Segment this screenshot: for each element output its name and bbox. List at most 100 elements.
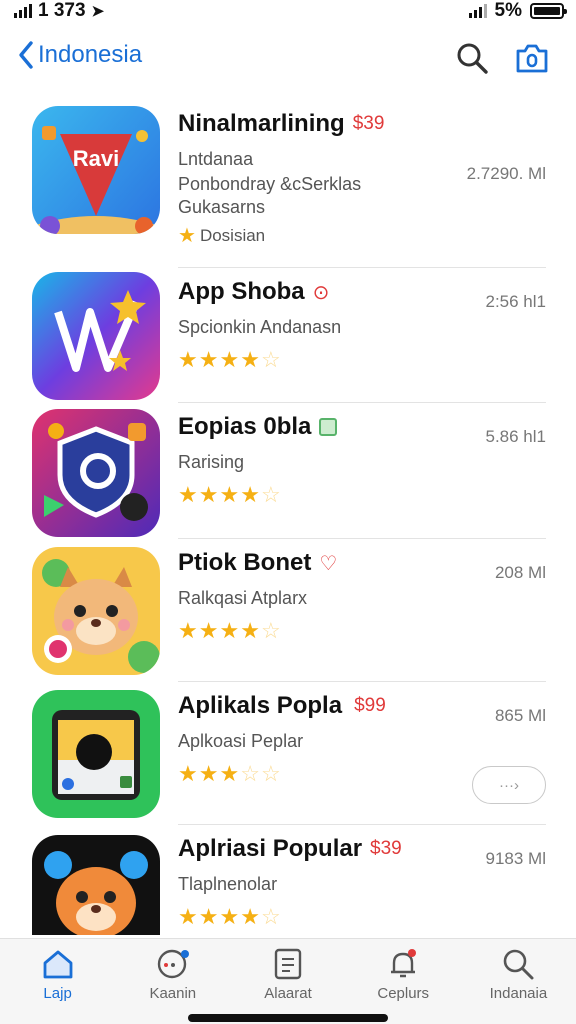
app-info: Aplikals Popla $99 Aplkoasi Peplar ★ ★ ★ ☆ ☆ xyxy=(178,692,448,785)
app-icon-eopias[interactable] xyxy=(32,409,160,537)
app-icon-ravi[interactable]: Ravi xyxy=(32,106,160,234)
back-label: Indonesia xyxy=(38,41,143,68)
camera-button[interactable] xyxy=(514,40,550,76)
app-name: Ptiok Bonet xyxy=(178,549,312,576)
app-name: Ninalmarlining xyxy=(178,110,345,137)
app-row[interactable]: Ravi Ninalmarlining $39 Lntdanaa Ponbond… xyxy=(0,100,576,268)
app-row[interactable]: App Shoba ⊙ Spcionkin Andanasn ★ ★ ★ ★ ☆ 2:5… xyxy=(0,268,576,403)
star-icon: ★ xyxy=(219,904,240,929)
rating-stars: ★ ★ ★ ★ ☆ xyxy=(178,484,448,506)
app-title-line: Eopias 0bla xyxy=(178,413,448,441)
app-row[interactable]: Aplriasi Popular $39 Tlaplnenolar ★ ★ ★ ★ ☆ … xyxy=(0,825,576,935)
award-label: Dosisian xyxy=(199,225,266,245)
app-price: $39 xyxy=(352,113,385,134)
star-icon: ★ xyxy=(240,347,260,372)
star-icon: ★ xyxy=(178,347,198,372)
star-icon: ★ xyxy=(219,347,240,372)
app-title-line: Aplriasi Popular $39 xyxy=(178,835,448,863)
chat-icon xyxy=(157,949,189,979)
get-button[interactable]: ···› xyxy=(472,766,546,804)
app-description: Ponbondray &cSerklas Gukasarns xyxy=(178,174,362,217)
star-icon: ★ xyxy=(178,761,198,786)
rating-stars: ★ ★ ★ ☆ ☆ xyxy=(178,763,448,785)
star-icon: ★ xyxy=(240,482,260,507)
tab-label: Lajp xyxy=(43,985,72,1002)
star-icon: ★ xyxy=(198,347,219,372)
star-icon: ☆ xyxy=(260,482,281,507)
app-size: 9183 Ml xyxy=(485,849,546,868)
app-icon-aplriasi[interactable] xyxy=(32,835,160,935)
app-info: Ptiok Bonet ♡ Ralkqasi Atplarx ★ ★ ★ ★ ☆ xyxy=(178,549,448,642)
tab-label: Alaarat xyxy=(264,985,312,1002)
tab-notifications[interactable]: Ceplurs xyxy=(346,939,461,1024)
camera-icon xyxy=(516,44,548,73)
app-name: Aplriasi Popular xyxy=(178,835,363,862)
star-icon: ★ xyxy=(178,482,198,507)
star-icon: ★ xyxy=(198,904,219,929)
navigation-bar: Indonesia xyxy=(0,36,576,86)
status-left: 1 373 ➤ xyxy=(14,0,104,22)
star-icon: ☆ xyxy=(240,761,260,786)
star-icon: ★ xyxy=(198,761,219,786)
tab-chat[interactable]: Kaanin xyxy=(115,939,230,1024)
bell-icon xyxy=(391,949,417,978)
tab-label: Kaanin xyxy=(149,985,197,1002)
tab-search[interactable]: Indanaia xyxy=(461,939,576,1024)
star-icon: ☆ xyxy=(260,618,281,643)
app-subtitle: Aplkoasi Peplar xyxy=(178,731,304,751)
app-icon-ptiok[interactable] xyxy=(32,547,160,675)
app-name: Aplikals Popla xyxy=(178,692,343,719)
svg-text:Ravi: Ravi xyxy=(73,146,119,171)
app-title-line: Aplikals Popla $99 xyxy=(178,692,448,720)
app-size: 865 Ml xyxy=(494,706,546,725)
app-title-line: Ninalmarlining $39 xyxy=(178,110,448,138)
star-icon: ★ xyxy=(219,761,240,786)
star-icon: ★ xyxy=(178,618,198,643)
app-name: App Shoba xyxy=(178,278,305,305)
tab-bar: Lajp Kaanin Alaarat Ceplurs Indanaia xyxy=(0,938,576,1024)
rating-stars: ★ ★ ★ ★ ☆ xyxy=(178,349,448,371)
chevron-left-icon xyxy=(19,41,33,69)
home-indicator[interactable] xyxy=(188,1014,388,1022)
nav-actions xyxy=(454,40,550,76)
app-size: 5.86 hl1 xyxy=(485,427,547,446)
status-time: 1 373 xyxy=(38,0,86,21)
app-price: $39 xyxy=(370,838,402,859)
star-icon: ★ xyxy=(198,482,219,507)
tab-home[interactable]: Lajp xyxy=(0,939,115,1024)
status-right: 5% xyxy=(468,0,567,22)
search-button[interactable] xyxy=(454,40,490,76)
star-icon: ☆ xyxy=(260,347,281,372)
search-icon xyxy=(504,949,534,980)
app-row[interactable]: Aplikals Popla $99 Aplkoasi Peplar ★ ★ ★ ☆ ☆… xyxy=(0,682,576,825)
app-size: 208 Ml xyxy=(494,563,546,582)
search-icon xyxy=(457,43,488,74)
app-row[interactable]: Eopias 0bla Rarising ★ ★ ★ ★ ☆ 5.86 hl1 xyxy=(0,403,576,539)
app-info: Ninalmarlining $39 Lntdanaa Ponbondray &… xyxy=(178,110,448,248)
app-list: Ravi Ninalmarlining $39 Lntdanaa Ponbond… xyxy=(0,100,576,935)
app-subtitle: Lntdanaa xyxy=(178,149,254,169)
location-arrow-icon: ➤ xyxy=(91,3,105,20)
app-subtitle: Rarising xyxy=(178,452,245,472)
rating-stars: ★ ★ ★ ★ ☆ xyxy=(178,906,448,928)
app-name: Eopias 0bla xyxy=(178,413,312,440)
app-subtitle: Ralkqasi Atplarx xyxy=(178,588,308,608)
tab-label: Indanaia xyxy=(489,985,548,1002)
app-info: Eopias 0bla Rarising ★ ★ ★ ★ ☆ xyxy=(178,413,448,506)
back-button[interactable]: Indonesia xyxy=(18,40,142,70)
star-icon: ★ xyxy=(240,904,260,929)
app-price: $99 xyxy=(354,695,386,716)
app-title-line: Ptiok Bonet ♡ xyxy=(178,549,448,577)
battery-percent: 5% xyxy=(494,0,522,21)
app-subtitle: Tlaplnenolar xyxy=(178,874,278,894)
app-icon-shoba[interactable] xyxy=(32,272,160,400)
tab-document[interactable]: Alaarat xyxy=(230,939,345,1024)
battery-icon xyxy=(530,3,567,19)
app-title-line: App Shoba ⊙ xyxy=(178,278,448,306)
app-icon-aplikals[interactable] xyxy=(32,690,160,818)
app-row[interactable]: Ptiok Bonet ♡ Ralkqasi Atplarx ★ ★ ★ ★ ☆ 208… xyxy=(0,539,576,682)
home-icon xyxy=(43,950,72,979)
app-size: 2:56 hl1 xyxy=(485,292,547,311)
in-app-icon: ⊙ xyxy=(312,281,330,304)
document-icon xyxy=(274,948,302,980)
